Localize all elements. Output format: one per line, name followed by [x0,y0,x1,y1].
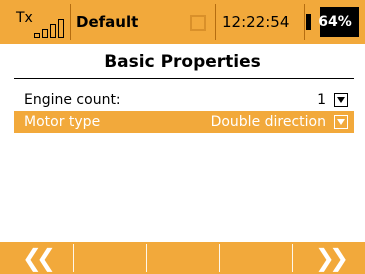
clock: 12:22:54 [222,13,290,31]
title-divider [14,78,354,79]
status-bar: Tx Default 12:22:54 64% [0,0,365,44]
signal-bar [42,29,48,38]
engine-count-label: Engine count: [24,92,121,108]
signal-bar [34,33,40,38]
prev-page-button[interactable]: ❮❮ [0,244,72,272]
tx-signal-indicator: Tx [6,6,70,38]
motor-type-label: Motor type [24,114,101,130]
softkey-button-4[interactable] [220,244,292,272]
next-page-button[interactable]: ❯❯ [293,244,365,272]
engine-count-row[interactable]: Engine count: 1 [14,89,354,111]
page-title: Basic Properties [104,52,261,72]
dropdown-icon[interactable] [334,115,348,129]
softkey-button-3[interactable] [147,244,219,272]
model-name[interactable]: Default [76,6,176,38]
signal-bar [50,24,56,38]
status-separator [215,4,216,40]
bottom-bar: ❮❮ ❯❯ [0,242,365,274]
motor-type-row[interactable]: Motor type Double direction [14,111,354,133]
battery-percent: 64% [318,14,352,30]
battery-icon: 64% [311,7,359,37]
softkey-button-2[interactable] [74,244,146,272]
motor-type-value: Double direction [210,114,326,130]
dropdown-icon[interactable] [334,93,348,107]
status-separator [304,4,305,40]
double-chevron-left-icon: ❮❮ [21,244,56,272]
signal-bars-icon [34,18,66,38]
signal-bar [58,19,64,38]
model-indicator-icon [190,15,206,31]
engine-count-value: 1 [317,92,326,108]
device-frame: Tx Default 12:22:54 64% Basic Properties… [0,0,365,274]
tx-label: Tx [16,10,33,26]
status-separator [70,4,71,40]
double-chevron-right-icon: ❯❯ [314,244,349,272]
screen: Tx Default 12:22:54 64% Basic Properties… [0,0,365,274]
